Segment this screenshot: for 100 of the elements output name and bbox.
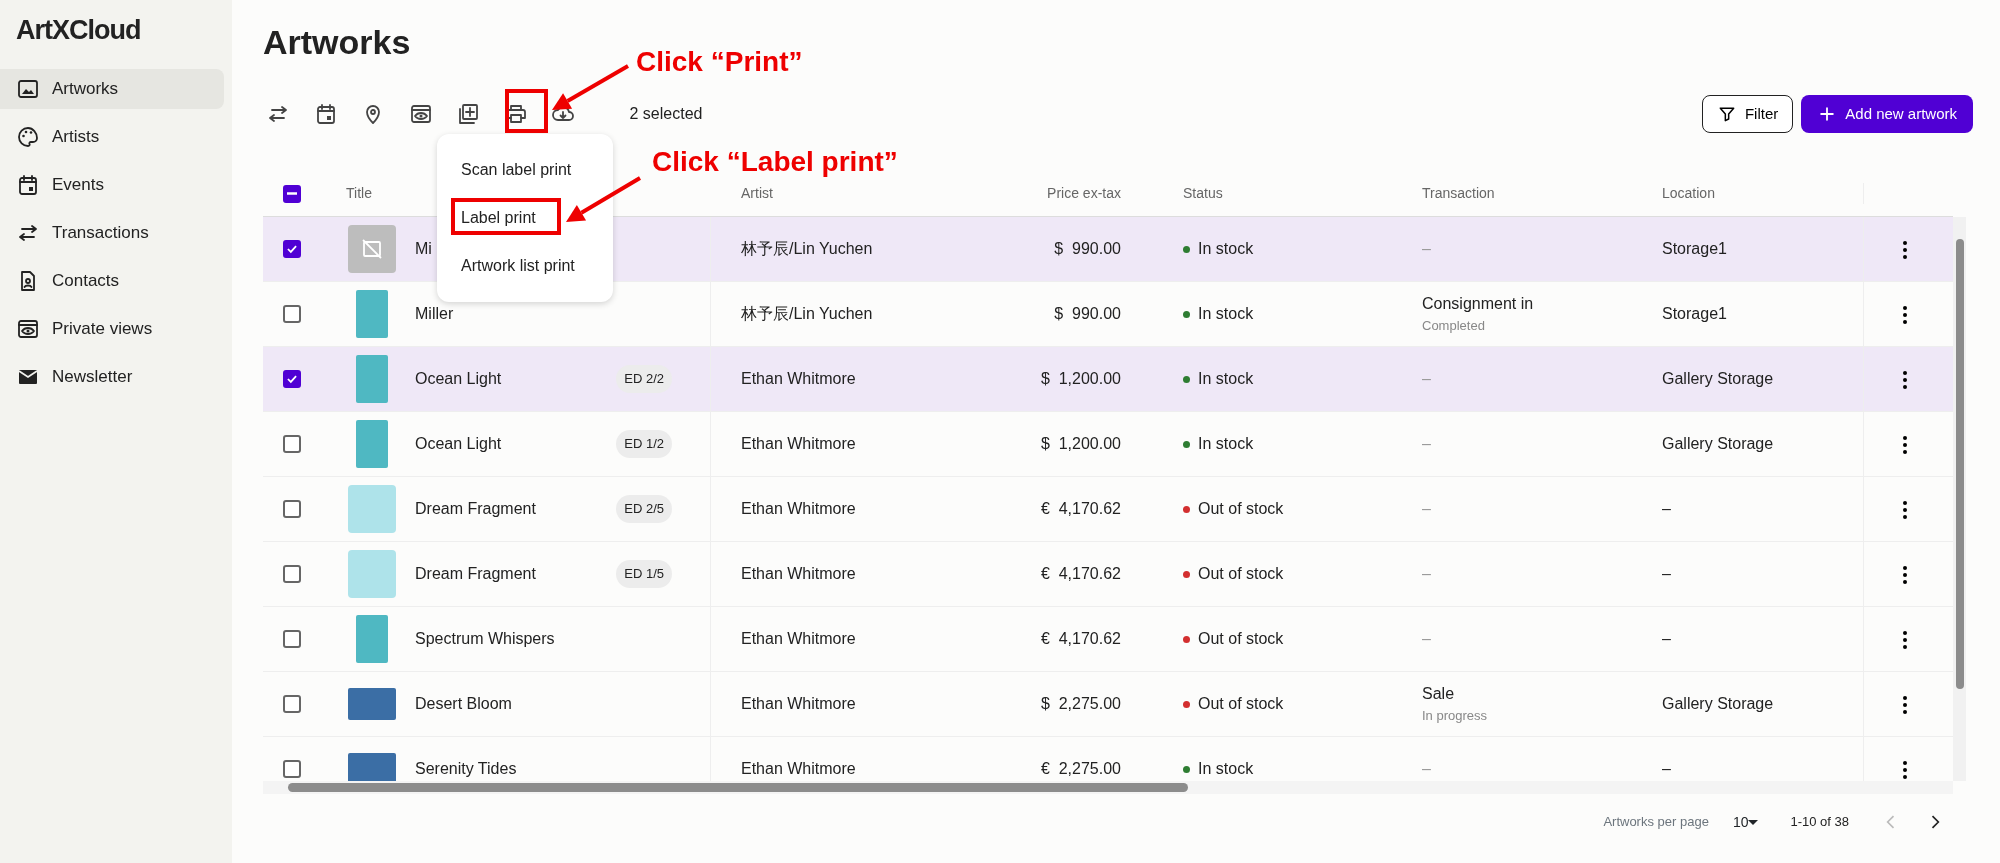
location: Gallery Storage (1662, 369, 1774, 389)
caret-icon (1748, 819, 1759, 825)
location: Gallery Storage (1662, 434, 1774, 454)
artist-name: Ethan Whitmore (741, 435, 856, 452)
price: $ 2,275.00 (1040, 695, 1121, 712)
edition-tag: ED 1/2 (616, 430, 672, 458)
row-checkbox[interactable] (283, 695, 301, 713)
select-all-checkbox[interactable] (283, 184, 301, 203)
sidebar-item[interactable]: Artists (0, 117, 224, 157)
transaction-type: – (1422, 565, 1431, 582)
photo-placeholder (356, 355, 388, 403)
row-checkbox[interactable] (283, 435, 301, 453)
price: $ 990.00 (1054, 240, 1121, 257)
photo-placeholder (348, 550, 396, 598)
image-icon (16, 77, 40, 101)
kebab-icon (1902, 760, 1907, 779)
location: – (1662, 759, 1671, 779)
sidebar-item[interactable]: Newsletter (0, 357, 224, 397)
highlight-box (505, 89, 548, 133)
transaction-type: Sale (1422, 684, 1456, 705)
add-copy-icon (456, 102, 480, 126)
transaction-status: In progress (1422, 707, 1489, 726)
photo-placeholder (356, 290, 388, 338)
table-row[interactable]: Spectrum Whispers Ethan Whitmore € 4,170.62 Out of stock – – (263, 607, 1953, 672)
photo-placeholder (356, 615, 388, 663)
sidebar-item[interactable]: Transactions (0, 213, 224, 253)
artist-name: Ethan Whitmore (741, 760, 856, 777)
table-row[interactable]: Dream Fragment ED 1/5 Ethan Whitmore € 4,170.62 Out of stock – – (263, 542, 1953, 607)
artwork-title: Miller (414, 304, 455, 324)
photo-placeholder (348, 753, 396, 781)
artist-name: 林予辰/Lin Yuchen (741, 305, 873, 322)
stock-status: In stock (1198, 370, 1254, 387)
palette-icon (16, 125, 40, 149)
price: $ 990.00 (1054, 305, 1121, 322)
artist-name: Ethan Whitmore (741, 565, 856, 582)
transaction-type: – (1422, 370, 1431, 387)
artist-name: Ethan Whitmore (741, 370, 856, 387)
transaction-type: – (1422, 435, 1431, 452)
location: Storage1 (1662, 304, 1727, 324)
stock-status: In stock (1198, 760, 1254, 777)
kebab-icon (1902, 370, 1907, 389)
artwork-title: Dream Fragment (414, 564, 537, 584)
row-checkbox[interactable] (283, 500, 301, 518)
vertical-scrollbar[interactable] (1953, 217, 1966, 781)
artwork-title: Serenity Tides (414, 759, 518, 779)
sidebar-item[interactable]: Contacts (0, 261, 224, 301)
artwork-title: Mi (414, 239, 433, 259)
kebab-icon (1902, 500, 1907, 519)
artwork-title: Desert Bloom (414, 694, 513, 714)
stock-status: Out of stock (1198, 565, 1284, 582)
row-checkbox[interactable] (283, 760, 301, 778)
artwork-title: Spectrum Whispers (414, 629, 556, 649)
column-header: Status (1183, 185, 1223, 201)
price: € 4,170.62 (1040, 500, 1121, 517)
sidebar-item[interactable]: Artworks (0, 69, 224, 109)
eye-window-icon (408, 102, 433, 126)
row-checkbox[interactable] (283, 630, 301, 648)
table-row[interactable]: Ocean Light ED 1/2 Ethan Whitmore $ 1,200.00 In stock – Gallery Storage (263, 412, 1953, 477)
column-header: Transaction (1422, 185, 1495, 201)
per-page-dropdown[interactable]: 10 (1724, 807, 1767, 837)
annotation-text: Click “Print” (636, 46, 803, 78)
horizontal-scrollbar[interactable] (263, 781, 1953, 794)
column-header: Price ex-tax (1047, 185, 1121, 201)
column-header: Artist (741, 185, 773, 201)
stock-status: In stock (1198, 435, 1254, 452)
row-checkbox[interactable] (283, 565, 301, 583)
price: $ 1,200.00 (1040, 370, 1121, 387)
filter-button[interactable]: Filter (1701, 95, 1794, 133)
kebab-icon (1902, 435, 1907, 454)
price: $ 1,200.00 (1040, 435, 1121, 452)
location: Storage1 (1662, 239, 1727, 259)
kebab-icon (1902, 695, 1907, 714)
location: Gallery Storage (1662, 694, 1774, 714)
artwork-title: Ocean Light (414, 434, 503, 454)
calendar-icon (16, 173, 40, 197)
sidebar-item[interactable]: Events (0, 165, 224, 205)
row-checkbox[interactable] (283, 370, 301, 388)
row-checkbox[interactable] (283, 305, 301, 323)
sidebar-item[interactable]: Private views (0, 309, 224, 349)
add-artwork-button[interactable]: Add new artwork (1801, 95, 1973, 133)
eye-window-icon (16, 317, 40, 341)
transaction-status: Completed (1422, 317, 1486, 336)
price: € 4,170.62 (1040, 565, 1121, 582)
kebab-icon (1902, 565, 1907, 584)
table-row[interactable]: Desert Bloom Ethan Whitmore $ 2,275.00 Out of stock Sale In progress Gallery Storage (263, 672, 1953, 737)
minus-icon (287, 192, 297, 195)
menu-item[interactable]: Scan label print (437, 146, 613, 194)
per-page-label: Artworks per page (1603, 813, 1709, 832)
edition-tag: ED 1/5 (616, 560, 672, 588)
table-row[interactable]: Ocean Light ED 2/2 Ethan Whitmore $ 1,200.00 In stock – Gallery Storage (263, 347, 1953, 412)
column-header: Title (346, 184, 372, 203)
artwork-title: Ocean Light (414, 369, 503, 389)
location: – (1662, 629, 1671, 649)
no-image-icon (360, 237, 384, 261)
table-row[interactable]: Dream Fragment ED 2/5 Ethan Whitmore € 4,170.62 Out of stock – – (263, 477, 1953, 542)
kebab-icon (1902, 630, 1907, 649)
column-header: Location (1662, 184, 1715, 203)
artist-name: Ethan Whitmore (741, 630, 856, 647)
row-checkbox[interactable] (283, 240, 301, 258)
artwork-title: Dream Fragment (414, 499, 537, 519)
